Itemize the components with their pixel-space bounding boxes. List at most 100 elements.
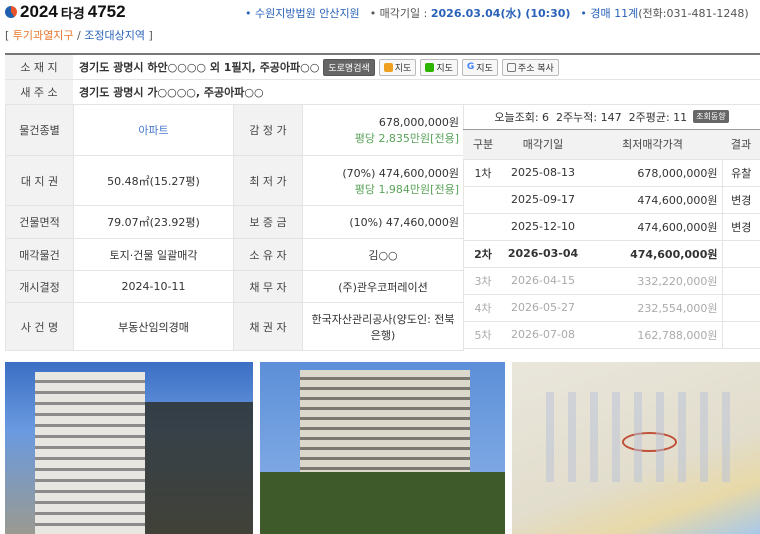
building-photo-1[interactable] xyxy=(5,362,253,534)
sale-item: 토지·건물 일괄매각 xyxy=(73,238,234,271)
bracket: ] xyxy=(144,29,153,42)
table-row: 사 건 명 부동산임의경매 채 권 자 한국자산관리공사(양도인: 전북은행) xyxy=(5,302,464,351)
view-trend-button[interactable]: 조회동향 xyxy=(693,110,729,123)
label: 지도 xyxy=(394,63,412,74)
col-result: 결과 xyxy=(722,130,760,160)
history-table: 구분 매각기일 최저매각가격 결과 1차 2025-08-13 678,000,000원 유… xyxy=(463,130,760,349)
case-info: • 수원지방법원 안산지원 • 매각기일 : 2026.03.04(水) (10… xyxy=(245,5,749,21)
history-price: 474,600,000원 xyxy=(583,240,722,268)
creditor: 한국자산관리공사(양도인: 전북은행) xyxy=(302,302,464,351)
building-shape xyxy=(35,372,145,534)
naver-icon xyxy=(425,62,435,72)
view-stats-text: 오늘조회: 6 2주누적: 147 2주평균: 11 xyxy=(494,110,688,124)
copy-icon xyxy=(506,62,516,72)
court[interactable]: • 수원지방법원 안산지원 xyxy=(245,5,360,21)
label: 감 정 가 xyxy=(233,104,303,156)
history-header: 구분 매각기일 최저매각가격 결과 xyxy=(463,130,760,160)
history-price: 474,600,000원 xyxy=(583,186,722,214)
separator: / xyxy=(73,29,85,42)
daum-map-button[interactable]: 지도 xyxy=(378,58,417,76)
address-row: 소 재 지 경기도 광명시 하안○○○○ 외 1필지, 주공아파○○ 도로명검색… xyxy=(5,55,760,80)
table-row: 대 지 권 50.48㎡(15.27평) 최 저 가 (70%) 474,600,00… xyxy=(5,155,464,206)
location-map[interactable] xyxy=(512,362,760,534)
history-result xyxy=(721,294,760,322)
case-type: 타경 xyxy=(60,5,85,21)
col-round: 구분 xyxy=(463,130,503,160)
label: 물건종별 xyxy=(5,104,74,156)
naver-map-button[interactable]: 지도 xyxy=(420,58,458,76)
new-address-row: 새 주 소 경기도 광명시 가○○○○, 주공아파○○ xyxy=(5,80,760,105)
history-round: 4차 xyxy=(463,294,503,322)
minimum-per-pyeong: 평당 1,984만원[전용] xyxy=(354,182,459,196)
history-round: 5차 xyxy=(463,321,503,349)
label: 채 권 자 xyxy=(233,302,303,351)
history-price: 232,554,000원 xyxy=(583,294,722,322)
deposit: (10%) 47,460,000원 xyxy=(302,205,464,239)
history-round xyxy=(463,186,503,214)
history-row: 2차 2026-03-04 474,600,000원 xyxy=(463,240,760,268)
label: 매각물건 xyxy=(5,238,74,271)
history-round: 1차 xyxy=(463,159,503,187)
history-date: 2026-07-08 xyxy=(503,321,583,349)
zone-speculation: 투기과열지구 xyxy=(12,29,74,42)
label: 채 무 자 xyxy=(233,270,303,303)
sale-date-label: • 매각기일 : xyxy=(369,7,431,20)
new-address-label: 새 주 소 xyxy=(5,80,73,104)
logo-icon xyxy=(5,6,17,18)
department[interactable]: • 경매 11계 xyxy=(580,7,638,20)
case-name: 부동산임의경매 xyxy=(73,302,234,351)
google-icon: G xyxy=(466,62,475,72)
appraisal-per-pyeong: 평당 2,835만원[전용] xyxy=(354,132,459,145)
history-row: 2025-09-17 474,600,000원 변경 xyxy=(463,186,760,214)
sale-date: 2026.03.04(水) (10:30) xyxy=(430,7,571,20)
table-row: 건물면적 79.07㎡(23.92평) 보 증 금 (10%) 47,460,000원 xyxy=(5,205,464,239)
history-result: 변경 xyxy=(721,186,760,214)
trees xyxy=(145,402,253,534)
label: 주소 복사 xyxy=(517,63,554,74)
history-result xyxy=(721,267,760,295)
address-label: 소 재 지 xyxy=(5,55,73,79)
case-number: 4752 xyxy=(87,2,126,21)
history-round: 3차 xyxy=(463,267,503,295)
history-price: 162,788,000원 xyxy=(583,321,722,349)
history-date: 2026-03-04 xyxy=(503,240,583,268)
label: 소 유 자 xyxy=(233,238,303,271)
label: 지도 xyxy=(436,63,453,74)
table-row: 개시결정 2024-10-11 채 무 자 (주)관우코퍼레이션 xyxy=(5,270,464,303)
road-search-button[interactable]: 도로명검색 xyxy=(323,58,375,76)
history-row: 1차 2025-08-13 678,000,000원 유찰 xyxy=(463,159,760,187)
history-row: 5차 2026-07-08 162,788,000원 xyxy=(463,321,760,349)
label: 건물면적 xyxy=(5,205,74,239)
daum-icon xyxy=(383,62,393,72)
google-map-button[interactable]: G 지도 xyxy=(461,58,498,76)
owner: 김○○ xyxy=(302,238,464,271)
copy-address-button[interactable]: 주소 복사 xyxy=(501,58,559,76)
history-price: 678,000,000원 xyxy=(583,159,722,187)
address-section: 소 재 지 경기도 광명시 하안○○○○ 외 1필지, 주공아파○○ 도로명검색… xyxy=(5,53,760,105)
col-price: 최저매각가격 xyxy=(583,130,722,160)
sale-history: 오늘조회: 6 2주누적: 147 2주평균: 11 조회동향 구분 매각기일 최저매… xyxy=(463,104,760,349)
history-row: 2025-12-10 474,600,000원 변경 xyxy=(463,213,760,241)
start-decision: 2024-10-11 xyxy=(73,270,234,303)
history-row: 3차 2026-04-15 332,220,000원 xyxy=(463,267,760,295)
zone-adjustment: 조정대상지역 xyxy=(84,29,145,42)
property-type[interactable]: 아파트 xyxy=(73,104,234,156)
history-result xyxy=(721,321,760,349)
bracket: [ xyxy=(5,29,13,42)
table-row: 매각물건 토지·건물 일괄매각 소 유 자 김○○ xyxy=(5,238,464,271)
history-date: 2025-12-10 xyxy=(503,213,583,241)
minimum-price: (70%) 474,600,000원평당 1,984만원[전용] xyxy=(302,155,464,206)
label: 최 저 가 xyxy=(233,155,303,206)
history-date: 2026-04-15 xyxy=(503,267,583,295)
phone: (전화:031-481-1248) xyxy=(638,7,749,20)
appraisal-value: 678,000,000원 xyxy=(378,116,459,129)
history-date: 2025-08-13 xyxy=(503,159,583,187)
history-round: 2차 xyxy=(463,240,503,268)
case-title: 2024 타경 4752 xyxy=(5,2,126,22)
history-result: 변경 xyxy=(721,213,760,241)
case-year: 2024 xyxy=(20,2,58,21)
building-photo-2[interactable] xyxy=(260,362,505,534)
minimum-price-value: (70%) 474,600,000원 xyxy=(342,166,459,180)
history-result: 유찰 xyxy=(721,159,760,187)
history-price: 474,600,000원 xyxy=(583,213,722,241)
